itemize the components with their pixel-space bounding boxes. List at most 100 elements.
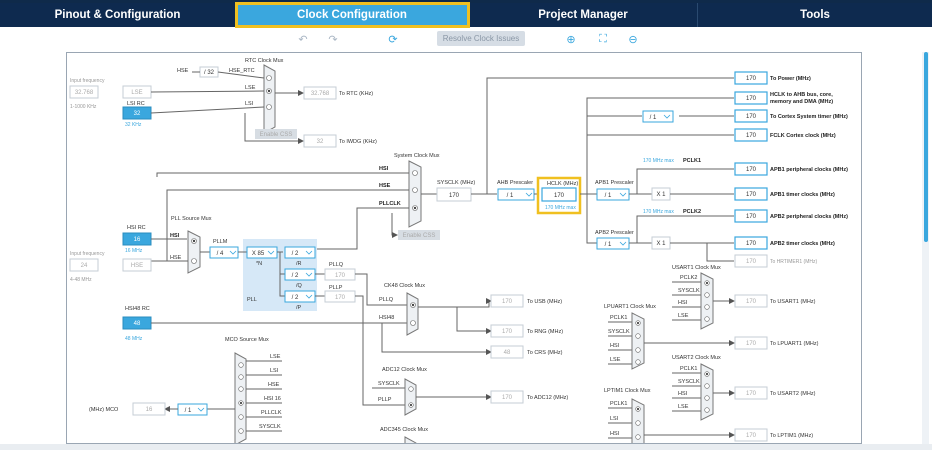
lpuart1-input-sysclk[interactable] [635,333,641,339]
sysmux-input-hse[interactable] [412,187,418,193]
mco-input-lse[interactable] [238,362,244,368]
pll-p-label: /P [296,305,302,311]
pll-source-mux-label: PLL Source Mux [171,216,212,222]
tab-tools[interactable]: Tools [698,3,932,27]
sysmux-hse-label: HSE [379,183,391,189]
apb1-max: 170 MHz max [643,158,674,164]
u1-sysclk-label: SYSCLK [678,288,700,294]
lsi-unit: 32 KHz [125,122,142,128]
to-lpuart1-label: To LPUART1 (MHz) [770,341,819,347]
rtc-mux-input-lsi[interactable] [266,104,272,110]
apb2-max: 170 MHz max [643,209,674,215]
hsi-to-sysmux-wire [156,172,409,177]
usart2-input-lse[interactable] [704,407,710,413]
pll-source-mux[interactable] [187,230,201,274]
clock-toolbar: ↶ ↷ ⟳ Resolve Clock Issues ⊕ ⛶ ⊖ [0,27,932,53]
clock-tree-canvas: .ln{stroke:#666;stroke-width:1;fill:none… [66,52,862,444]
rtc-mux-label: RTC Clock Mux [245,58,284,64]
lpuart1-input-hsi[interactable] [635,347,641,353]
rtc-frequency-value: 32.768 [311,91,330,97]
pllmux-input-hse[interactable] [191,258,197,264]
ck48-clock-mux[interactable] [406,292,419,336]
to-rng-label: To RNG (MHz) [527,329,563,335]
adc12-mux-label: ADC12 Clock Mux [382,367,427,373]
tab-clock-configuration[interactable]: Clock Configuration [235,2,470,28]
lpuart1-mux-label: LPUART1 Clock Mux [604,304,656,310]
apb2-timer-value: 170 [746,241,757,247]
u1-pclk2-label: PCLK2 [680,275,697,281]
hrtimer-value: 170 [746,259,757,265]
pll-r-label: /R [296,261,302,267]
hsi-value: 16 [134,237,141,243]
mco-input-lsi[interactable] [238,374,244,380]
enable-css-rtc-label: Enable CSS [260,132,293,138]
resolve-clock-issues-button[interactable]: Resolve Clock Issues [437,31,525,46]
systimer-value: 170 [746,114,757,120]
lpuart1-selected-dot [636,321,640,325]
reset-icon[interactable]: ⟳ [385,32,401,46]
usart1-input-hsi[interactable] [704,304,710,310]
pll-hse-label: HSE [170,255,182,261]
lpuart1-input-lse[interactable] [635,359,641,365]
rtc-clock-mux[interactable] [263,64,276,134]
mco-div-value: / 1 [185,408,192,414]
usart2-input-sysclk[interactable] [704,383,710,389]
ck48-input-hsi48[interactable] [410,320,416,326]
apb1-prescaler-label: APB1 Prescaler [595,180,634,186]
zoom-out-icon[interactable]: ⊖ [625,32,641,46]
apb1-div-value: / 1 [605,193,612,199]
rtc-mux-input-hse[interactable] [266,75,272,81]
lt-hsi-label: HSI [610,431,620,437]
usart1-input-sysclk[interactable] [704,292,710,298]
ahb-prescaler-value: / 1 [507,193,514,199]
apb1-x1: X 1 [656,192,666,198]
mco-input-pllclk[interactable] [238,414,244,420]
usart2-input-hsi[interactable] [704,395,710,401]
u1-lse-label: LSE [678,313,689,319]
zoom-in-icon[interactable]: ⊕ [563,32,579,46]
ck48-mux-label: CK48 Clock Mux [384,283,425,289]
lptim1-input-hsi[interactable] [635,434,641,440]
rng-value: 170 [502,329,513,335]
pllq-value: 170 [335,273,346,279]
lptim1-input-lsi[interactable] [635,420,641,426]
ck48-usb-wire [418,298,492,308]
tab-pinout-configuration[interactable]: Pinout & Configuration [0,3,236,27]
hclk-label: HCLK (MHz) [547,181,578,187]
bottom-strip [0,444,932,450]
lt-pclk1-label: PCLK1 [610,401,627,407]
pllp-label: PLLP [329,285,343,291]
apb2-timer-label: APB2 timer clocks (MHz) [770,241,835,247]
pllmux-selected-dot [192,239,196,243]
ahb-prescaler-select[interactable] [497,188,535,201]
adc12-selected-dot [409,403,413,407]
tab-project-manager[interactable]: Project Manager [469,3,698,27]
mco-input-sysclk[interactable] [238,428,244,434]
adc12-input-sysclk[interactable] [408,386,414,392]
usb-value: 170 [502,299,513,305]
mco-input-hse[interactable] [238,386,244,392]
clock-tree-diagram: .ln{stroke:#666;stroke-width:1;fill:none… [69,58,848,444]
pll-n-label: *N [256,261,262,267]
pllm-select[interactable] [209,246,239,259]
apb1-timer-value: 170 [746,192,757,198]
sysclk-value: 170 [449,193,460,199]
fit-icon[interactable]: ⛶ [595,32,611,46]
sysmux-pllclk-label: PLLCLK [379,201,401,207]
plln-value: X 85 [252,251,265,257]
vertical-scrollbar-thumb[interactable] [924,52,928,242]
enable-css-sys-label: Enable CSS [403,233,436,239]
hse-rtc-label: HSE_RTC [229,68,255,74]
adc345-clock-mux[interactable] [404,436,417,444]
usart1-input-lse[interactable] [704,316,710,322]
sysmux-input-hsi[interactable] [412,170,418,176]
mco-lse-label: LSE [270,354,281,360]
undo-icon[interactable]: ↶ [295,32,311,46]
u2-sysclk-label: SYSCLK [678,379,700,385]
adc12-clock-mux[interactable] [404,378,417,416]
adc-input-wires [355,295,405,406]
apb2-peripheral-value: 170 [746,214,757,220]
to-power-wire [486,77,734,194]
redo-icon[interactable]: ↷ [325,32,341,46]
pll-hsi-label: HSI [170,233,180,239]
